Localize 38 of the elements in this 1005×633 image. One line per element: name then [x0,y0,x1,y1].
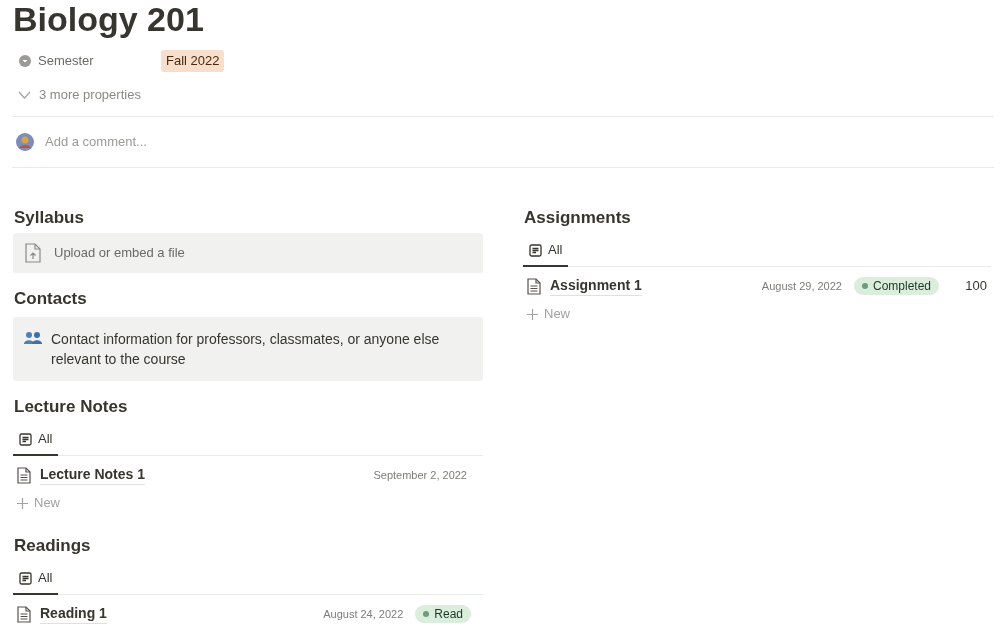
view-tab[interactable]: All [13,424,59,456]
page-icon [17,466,31,484]
select-property-icon [19,55,31,67]
people-icon [24,331,42,345]
page-icon [17,605,31,623]
section-heading: Assignments [524,207,632,229]
plus-icon [17,497,28,509]
section-heading: Readings [14,535,92,557]
avatar-icon [16,133,34,151]
section-heading: Syllabus [14,207,85,229]
view-tab[interactable]: All [13,563,59,595]
more-properties-toggle[interactable]: 3 more properties [18,85,141,105]
row-title[interactable]: Assignment 1 [550,276,642,296]
section-heading: Contacts [14,288,88,310]
plus-icon [527,308,538,320]
score-value: 100 [964,277,987,296]
row-date: August 24, 2022 [323,606,404,622]
status-tag: Completed [853,277,939,295]
row-title[interactable]: Lecture Notes 1 [40,465,146,485]
page-title: Biology 201 [13,0,205,38]
comment-field[interactable]: Add a comment... [45,132,445,152]
upload-label: Upload or embed a file [54,244,185,263]
callout-text: Contact information for professors, classmates, or anyone else relevant to the course [51,330,441,369]
upload-block[interactable]: Upload or embed a file [13,233,483,273]
view-tab[interactable]: All [523,235,569,267]
section-heading: Lecture Notes [14,396,129,418]
row-title[interactable]: Reading 1 [40,604,107,624]
table-view-icon [529,243,542,257]
table-view-icon [19,432,32,446]
row-date: September 2, 2022 [373,467,467,483]
property-tag: Fall 2022 [161,50,225,72]
page-icon [527,277,541,295]
status-tag: Read [415,605,471,623]
row-date: August 29, 2022 [761,278,842,294]
property-name: Semester [38,52,95,71]
file-upload-icon [25,243,41,263]
chevron-down-icon [18,91,31,99]
table-view-icon [19,571,32,585]
